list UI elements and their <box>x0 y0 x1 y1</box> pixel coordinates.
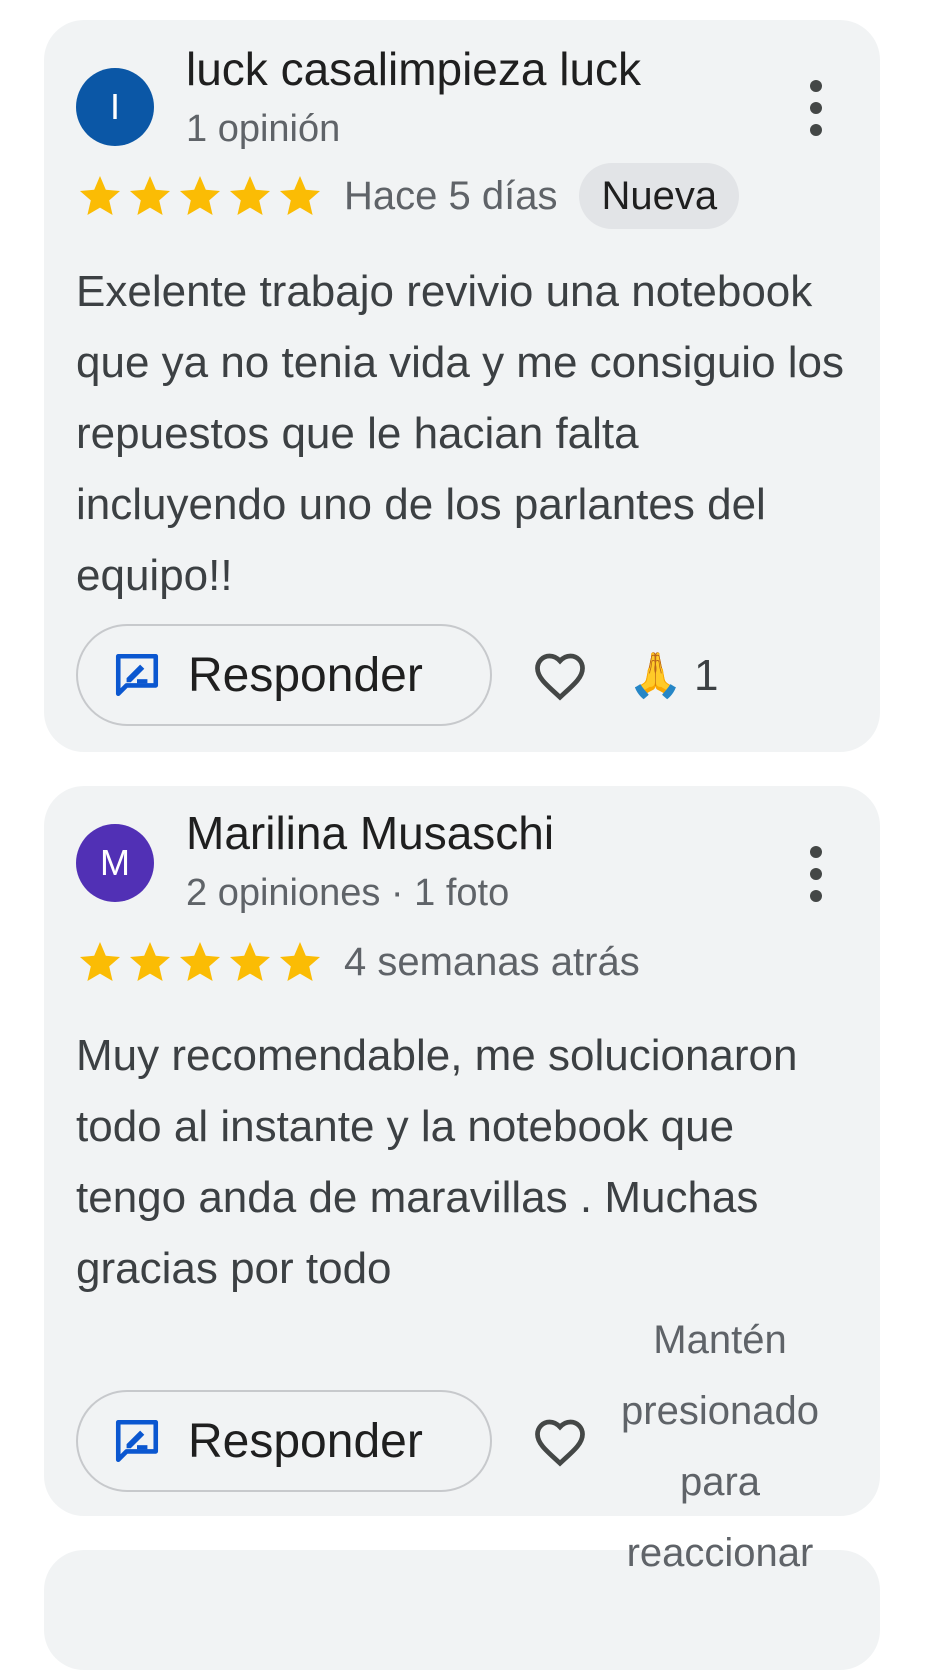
reviewer-meta: 1 opinión <box>186 108 341 150</box>
reply-button-label: Responder <box>188 1414 423 1468</box>
reply-button[interactable]: Responder <box>76 624 492 726</box>
star-icon <box>130 176 170 215</box>
more-vert-icon <box>810 846 822 858</box>
reviewer-meta: 2 opiniones · 1 foto <box>186 872 510 914</box>
reaction-count: 1 <box>694 651 719 700</box>
rate-review-icon <box>115 1419 159 1463</box>
review-text: Exelente trabajo revivio una notebook qu… <box>76 267 845 600</box>
star-icon <box>80 176 120 215</box>
reaction-hint-tooltip: Mantén presionado para reaccionar <box>621 1318 819 1575</box>
star-rating <box>76 172 324 220</box>
review-time: Hace 5 días <box>344 173 558 218</box>
heart-outline-icon[interactable] <box>530 1412 590 1472</box>
heart-outline-icon[interactable] <box>530 646 590 706</box>
more-options-button[interactable] <box>804 846 828 902</box>
review-card: I luck casalimpieza luck 1 opinión Hace … <box>44 20 880 752</box>
more-options-button[interactable] <box>804 80 828 136</box>
avatar[interactable]: M <box>76 824 154 902</box>
review-time: 4 semanas atrás <box>344 939 640 984</box>
star-icon <box>230 942 270 981</box>
new-badge: Nueva <box>579 163 740 229</box>
star-rating <box>76 938 324 986</box>
rating-row: 4 semanas atrás <box>76 932 640 992</box>
rating-row: Hace 5 días Nueva <box>76 163 740 229</box>
review-text: Muy recomendable, me solucionaron todo a… <box>76 1031 798 1293</box>
more-vert-icon <box>810 80 822 92</box>
star-icon <box>280 176 320 215</box>
reviewer-name[interactable]: luck casalimpieza luck <box>186 42 641 96</box>
star-icon <box>130 942 170 981</box>
star-icon <box>230 176 270 215</box>
reply-button[interactable]: Responder <box>76 1390 492 1492</box>
reply-button-label: Responder <box>188 648 423 702</box>
star-icon <box>280 942 320 981</box>
star-icon <box>80 942 120 981</box>
avatar[interactable]: I <box>76 68 154 146</box>
rate-review-icon <box>115 653 159 697</box>
reviewer-name[interactable]: Marilina Musaschi <box>186 806 554 860</box>
star-icon <box>180 176 220 215</box>
star-icon <box>180 942 220 981</box>
pray-reaction-icon[interactable]: 🙏 <box>628 646 683 706</box>
